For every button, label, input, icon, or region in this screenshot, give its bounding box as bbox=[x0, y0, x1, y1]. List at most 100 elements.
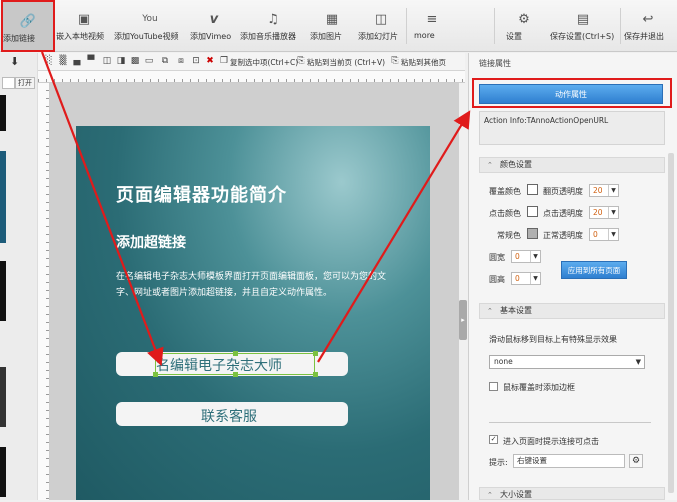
border-on-hover-checkbox[interactable] bbox=[489, 382, 498, 391]
save-icon: ▤ bbox=[576, 12, 590, 27]
page-thumbnail[interactable] bbox=[0, 261, 6, 321]
image-icon: ▦ bbox=[325, 12, 339, 27]
gear-icon[interactable]: ⚙ bbox=[629, 454, 643, 468]
section-title: 颜色设置 bbox=[500, 160, 532, 169]
dropdown-arrow-icon: ▼ bbox=[635, 358, 641, 366]
color-settings-header[interactable]: ⌃ 颜色设置 bbox=[479, 157, 665, 173]
corner-height-input[interactable]: 0 ▼ bbox=[511, 272, 541, 285]
hint-on-enter-label: 进入页面时提示连接可点击 bbox=[503, 437, 599, 446]
click-color-swatch[interactable] bbox=[527, 206, 538, 217]
youtube-icon: You bbox=[142, 14, 158, 24]
crop-icon[interactable]: ⊡ bbox=[191, 56, 201, 67]
hover-effect-select[interactable]: none ▼ bbox=[489, 355, 645, 369]
add-link-button[interactable]: 🔗 添加链接 bbox=[1, 0, 55, 52]
align-left-icon[interactable]: ░ bbox=[44, 56, 54, 67]
paste-current-page-button[interactable]: 粘贴到当前页 (Ctrl+V) bbox=[307, 57, 385, 68]
page-paragraph: 在名编辑电子杂志大师模板界面打开页面编辑面板，您可以为您的文字、网址或者图片添加… bbox=[116, 272, 387, 298]
paste-other-icon[interactable]: ⎘ bbox=[390, 56, 400, 67]
border-on-hover-label: 鼠标覆盖时添加边框 bbox=[503, 383, 575, 392]
normal-opacity-input[interactable]: 0 ▼ bbox=[589, 228, 619, 241]
settings-button[interactable]: ⚙ 设置 bbox=[506, 0, 542, 52]
properties-scrollbar[interactable] bbox=[668, 153, 674, 493]
edit-toolbar: ░ ▒ ▄ ▀ ◫ ◨ ▩ ▭ ⧉ ⧈ ⊡ ✖ ❐ 复制选中项(Ctrl+C) … bbox=[38, 53, 465, 71]
toolbar-divider bbox=[406, 8, 407, 44]
corner-width-input[interactable]: 0 ▼ bbox=[511, 250, 541, 263]
add-music-player-button[interactable]: ♫ 添加音乐播放器 bbox=[240, 0, 306, 52]
corner-height-value: 0 bbox=[515, 274, 520, 283]
dropdown-arrow-icon[interactable]: ▼ bbox=[530, 273, 540, 284]
collapse-caret-icon: ⌃ bbox=[487, 307, 493, 315]
open-page-button[interactable]: 打开 bbox=[15, 77, 35, 89]
same-height-icon[interactable]: ▭ bbox=[144, 56, 154, 67]
normal-color-swatch[interactable] bbox=[527, 228, 538, 239]
align-bottom-icon[interactable]: ▀ bbox=[86, 56, 96, 67]
action-info-box: Action Info:TAnnoActionOpenURL bbox=[479, 111, 665, 145]
click-opacity-input[interactable]: 20 ▼ bbox=[589, 206, 619, 219]
dropdown-arrow-icon[interactable]: ▼ bbox=[608, 229, 618, 240]
flip-opacity-value: 20 bbox=[593, 186, 603, 195]
horizontal-ruler bbox=[38, 71, 465, 83]
collapse-caret-icon: ⌃ bbox=[487, 161, 493, 169]
add-youtube-button[interactable]: You 添加YouTube视频 bbox=[114, 0, 186, 52]
magazine-page[interactable]: 页面编辑器功能简介 添加超链接 在名编辑电子杂志大师模板界面打开页面编辑面板，您… bbox=[76, 126, 430, 500]
cover-color-swatch[interactable] bbox=[527, 184, 538, 195]
resize-handle[interactable] bbox=[313, 351, 318, 356]
corner-width-value: 0 bbox=[515, 252, 520, 261]
flip-opacity-label: 翻页透明度 bbox=[543, 187, 583, 196]
size-settings-header[interactable]: ⌃ 大小设置 bbox=[479, 487, 665, 500]
hint-on-enter-checkbox[interactable]: ✓ bbox=[489, 435, 498, 444]
add-slideshow-button[interactable]: ◫ 添加幻灯片 bbox=[358, 0, 404, 52]
normal-opacity-label: 正常透明度 bbox=[543, 231, 583, 240]
paste-other-pages-button[interactable]: 粘贴到其他页 bbox=[401, 57, 446, 68]
page-thumbnail[interactable] bbox=[0, 447, 6, 497]
add-image-button[interactable]: ▦ 添加图片 bbox=[310, 0, 354, 52]
page-number-input[interactable] bbox=[2, 77, 15, 89]
save-settings-button[interactable]: ▤ 保存设置(Ctrl+S) bbox=[550, 0, 616, 52]
resize-handle[interactable] bbox=[153, 372, 158, 377]
resize-handle[interactable] bbox=[313, 372, 318, 377]
more-button[interactable]: ≡ more bbox=[414, 0, 450, 52]
page-subtitle: 添加超链接 bbox=[116, 235, 186, 251]
collapse-panel-handle[interactable]: ▸ bbox=[459, 300, 467, 340]
basic-settings-header[interactable]: ⌃ 基本设置 bbox=[479, 303, 665, 319]
same-width-icon[interactable]: ▩ bbox=[130, 56, 140, 67]
page-thumbnail[interactable] bbox=[0, 367, 6, 427]
hover-effect-value: none bbox=[494, 357, 513, 366]
page-thumbnail[interactable] bbox=[0, 95, 6, 131]
page-title: 页面编辑器功能简介 bbox=[116, 185, 287, 206]
toolbar-divider bbox=[620, 8, 621, 44]
page-thumbnail[interactable] bbox=[0, 151, 6, 243]
add-vimeo-button[interactable]: v 添加Vimeo bbox=[190, 0, 238, 52]
resize-handle[interactable] bbox=[233, 372, 238, 377]
link-text-contact[interactable]: 联系客服 bbox=[201, 406, 257, 426]
save-exit-button[interactable]: ↩ 保存并退出 bbox=[624, 0, 672, 52]
click-opacity-value: 20 bbox=[593, 208, 603, 217]
embed-video-button[interactable]: ▣ 嵌入本地视频 bbox=[56, 0, 112, 52]
vertical-ruler bbox=[38, 83, 50, 500]
download-arrow-icon[interactable]: ⬇ bbox=[10, 55, 19, 68]
corner-width-label: 圆宽 bbox=[489, 253, 505, 262]
bring-front-icon[interactable]: ⧉ bbox=[160, 56, 170, 67]
dropdown-arrow-icon[interactable]: ▼ bbox=[608, 185, 618, 196]
send-back-icon[interactable]: ⧈ bbox=[176, 56, 186, 67]
dropdown-arrow-icon[interactable]: ▼ bbox=[608, 207, 618, 218]
align-top-icon[interactable]: ▄ bbox=[72, 56, 82, 67]
delete-icon[interactable]: ✖ bbox=[205, 56, 215, 67]
resize-handle[interactable] bbox=[153, 351, 158, 356]
vimeo-icon: v bbox=[209, 12, 219, 27]
action-properties-button[interactable]: 动作属性 bbox=[479, 84, 663, 104]
copy-icon[interactable]: ❐ bbox=[219, 56, 229, 67]
hint-text-input[interactable]: 右键设置 bbox=[513, 454, 625, 468]
paste-icon[interactable]: ⎘ bbox=[296, 56, 306, 67]
resize-handle[interactable] bbox=[233, 351, 238, 356]
flip-opacity-input[interactable]: 20 ▼ bbox=[589, 184, 619, 197]
copy-selection-button[interactable]: 复制选中项(Ctrl+C) bbox=[230, 57, 298, 68]
distribute-h-icon[interactable]: ◫ bbox=[102, 56, 112, 67]
apply-all-pages-button[interactable]: 应用到所有页面 bbox=[561, 261, 627, 279]
section-title: 大小设置 bbox=[500, 490, 532, 499]
dropdown-arrow-icon[interactable]: ▼ bbox=[530, 251, 540, 262]
distribute-v-icon[interactable]: ◨ bbox=[116, 56, 126, 67]
hover-effect-label: 滑动鼠标移到目标上有特殊显示效果 bbox=[489, 335, 617, 344]
link-properties-panel: 链接属性 动作属性 Action Info:TAnnoActionOpenURL… bbox=[468, 53, 677, 500]
align-center-icon[interactable]: ▒ bbox=[58, 56, 68, 67]
